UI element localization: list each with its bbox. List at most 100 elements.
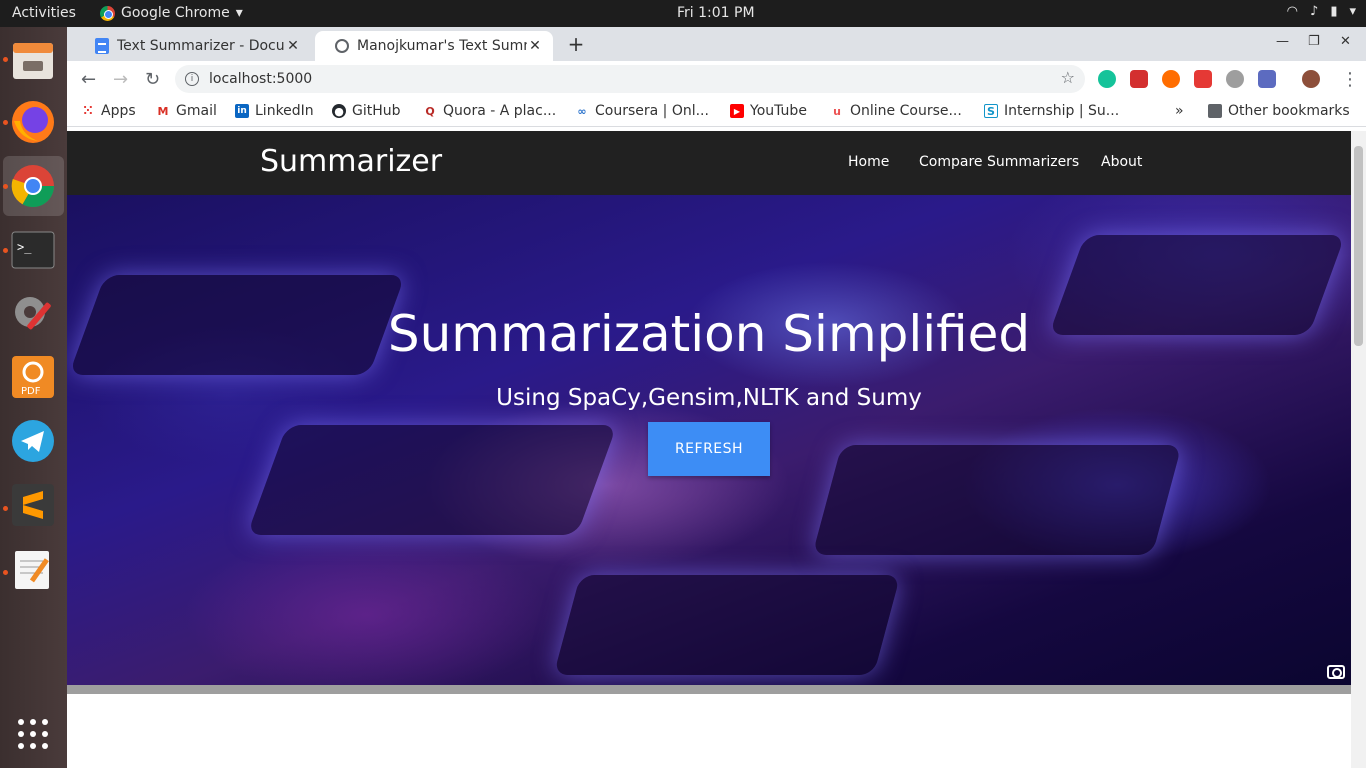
tab-label: Manojkumar's Text Summ: [357, 38, 527, 54]
hero-banner: Summarization Simplified Using SpaCy,Gen…: [67, 195, 1351, 685]
settings-icon[interactable]: [10, 290, 56, 336]
browser-window: Text Summarizer - Docum ✕ Manojkumar's T…: [67, 27, 1366, 768]
running-indicator: [3, 184, 8, 189]
bookmark-quora[interactable]: Q Quora - A plac...: [423, 103, 556, 119]
nav-compare-summarizers[interactable]: Compare Summarizers: [919, 154, 1079, 170]
firefox-icon[interactable]: [10, 99, 56, 145]
bookmark-label: Apps: [101, 103, 136, 119]
bookmark-label: Coursera | Onl...: [595, 103, 709, 119]
running-indicator: [3, 570, 8, 575]
docs-icon: [95, 38, 109, 54]
system-top-bar: Activities Google Chrome ▾ Fri 1:01 PM ◠…: [0, 0, 1366, 27]
running-indicator: [3, 248, 8, 253]
tab-summarizer[interactable]: Manojkumar's Text Summ ✕: [315, 31, 553, 61]
back-icon[interactable]: ←: [81, 69, 96, 90]
close-icon[interactable]: ✕: [527, 38, 543, 54]
extension-icon[interactable]: [1226, 70, 1244, 88]
tab-label: Text Summarizer - Docum: [117, 38, 285, 54]
bookmark-extension-icon[interactable]: [1130, 70, 1148, 88]
bookmark-star-icon[interactable]: ☆: [1061, 68, 1075, 87]
bookmark-label: LinkedIn: [255, 103, 314, 119]
url-text[interactable]: localhost:5000: [209, 71, 312, 87]
running-indicator: [3, 57, 8, 62]
bookmark-label: Internship | Su...: [1004, 103, 1120, 119]
grammarly-extension-icon[interactable]: [1098, 70, 1116, 88]
nav-home[interactable]: Home: [848, 154, 889, 170]
bookmark-label: GitHub: [352, 103, 401, 119]
activities-button[interactable]: Activities: [12, 5, 76, 21]
video-extension-icon[interactable]: [1194, 70, 1212, 88]
refresh-button[interactable]: REFRESH: [648, 422, 770, 476]
site-navbar: Summarizer Home Compare Summarizers Abou…: [67, 131, 1351, 195]
keyboard-key-decoration: [553, 575, 901, 675]
coursera-icon: ∞: [577, 104, 587, 118]
quora-icon: Q: [425, 104, 435, 118]
site-brand[interactable]: Summarizer: [260, 144, 442, 179]
telegram-icon[interactable]: [10, 418, 56, 464]
text-editor-icon[interactable]: [10, 546, 56, 592]
address-bar[interactable]: i localhost:5000 ☆: [175, 65, 1085, 93]
forward-icon[interactable]: →: [113, 69, 128, 90]
internshala-icon: S: [984, 104, 998, 118]
close-icon[interactable]: ✕: [285, 38, 301, 54]
keyboard-key-decoration: [246, 425, 618, 535]
bookmark-label: Quora - A plac...: [443, 103, 557, 119]
menu-kebab-icon[interactable]: ⋮: [1341, 69, 1359, 90]
reload-icon[interactable]: ↻: [145, 69, 160, 90]
bookmark-apps[interactable]: ⁙ Apps: [81, 103, 136, 119]
camera-extension-icon[interactable]: [1258, 70, 1276, 88]
running-indicator: [3, 120, 8, 125]
info-icon[interactable]: i: [185, 72, 199, 86]
section-divider: [67, 685, 1351, 694]
show-apps-icon[interactable]: [10, 711, 56, 757]
pdf-editor-icon[interactable]: PDF: [10, 354, 56, 400]
chevron-down-icon: ▾: [1349, 4, 1356, 19]
gmail-icon: M: [157, 104, 169, 118]
extension-icon[interactable]: [1162, 70, 1180, 88]
apps-grid-icon: ⁙: [82, 103, 94, 119]
bookmarks-bar: ⁙ Apps M Gmail in LinkedIn ● GitHub Q Qu…: [67, 97, 1366, 127]
bookmark-label: Other bookmarks: [1228, 103, 1350, 119]
hero-subtitle: Using SpaCy,Gensim,NLTK and Sumy: [496, 385, 922, 411]
clock[interactable]: Fri 1:01 PM: [677, 5, 755, 21]
bookmark-udemy[interactable]: u Online Course...: [830, 103, 962, 119]
bookmark-label: Gmail: [176, 103, 217, 119]
tab-docs[interactable]: Text Summarizer - Docum ✕: [75, 31, 311, 61]
app-menu[interactable]: Google Chrome ▾: [100, 5, 243, 21]
minimize-icon[interactable]: —: [1276, 34, 1289, 49]
bookmark-coursera[interactable]: ∞ Coursera | Onl...: [575, 103, 709, 119]
bookmark-github[interactable]: ● GitHub: [332, 103, 401, 119]
chrome-icon[interactable]: [10, 163, 56, 209]
bookmark-linkedin[interactable]: in LinkedIn: [235, 103, 314, 119]
page-scrollbar[interactable]: [1351, 131, 1366, 768]
camera-icon[interactable]: [1327, 665, 1345, 679]
sublime-text-icon[interactable]: [10, 482, 56, 528]
linkedin-icon: in: [235, 104, 249, 118]
udemy-icon: u: [833, 104, 841, 118]
browser-toolbar: ← → ↻ i localhost:5000 ☆ ⋮: [67, 61, 1366, 97]
chrome-icon: [100, 5, 115, 21]
folder-icon: [1208, 104, 1222, 118]
more-bookmarks-icon[interactable]: »: [1175, 103, 1184, 119]
github-icon: ●: [332, 104, 346, 118]
scrollbar-thumb[interactable]: [1354, 146, 1363, 346]
globe-icon: [335, 39, 349, 53]
system-tray[interactable]: ◠ ♪ ▮ ▾: [1287, 4, 1356, 19]
tab-strip: Text Summarizer - Docum ✕ Manojkumar's T…: [67, 27, 1366, 61]
avatar[interactable]: [1302, 70, 1320, 88]
keyboard-key-decoration: [812, 445, 1182, 555]
bookmark-internshala[interactable]: S Internship | Su...: [984, 103, 1119, 119]
app-menu-label: Google Chrome: [121, 5, 230, 21]
new-tab-button[interactable]: +: [564, 32, 588, 56]
bookmark-gmail[interactable]: M Gmail: [156, 103, 217, 119]
web-page: Summarizer Home Compare Summarizers Abou…: [67, 131, 1351, 768]
terminal-icon[interactable]: >_: [10, 227, 56, 273]
nav-about[interactable]: About: [1101, 154, 1142, 170]
bookmark-youtube[interactable]: ▶ YouTube: [730, 103, 807, 119]
bookmark-label: Online Course...: [850, 103, 962, 119]
restore-icon[interactable]: ❐: [1308, 34, 1320, 49]
battery-icon: ▮: [1330, 4, 1338, 19]
bookmark-other[interactable]: Other bookmarks: [1208, 103, 1350, 119]
close-window-icon[interactable]: ✕: [1340, 34, 1351, 49]
files-icon[interactable]: [10, 37, 56, 83]
